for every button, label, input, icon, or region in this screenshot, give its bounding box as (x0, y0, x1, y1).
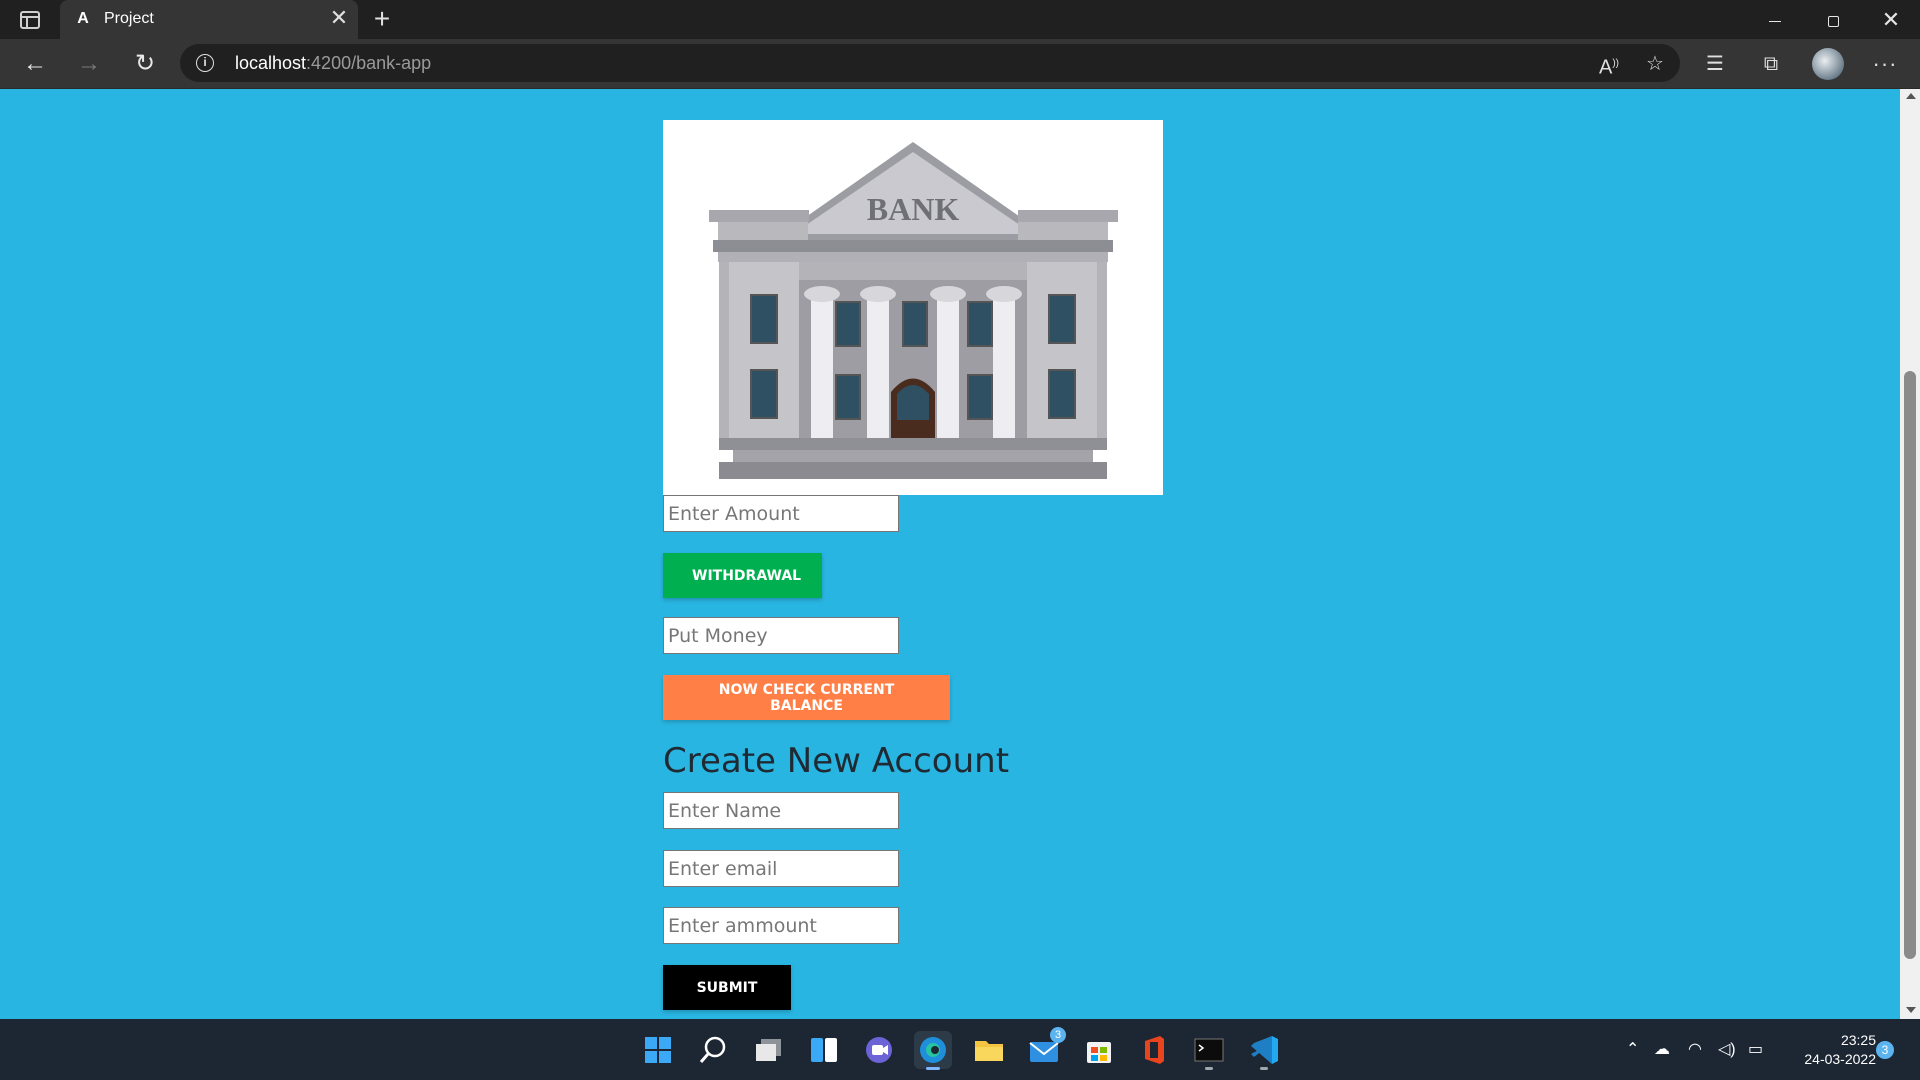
address-bar[interactable]: i localhost:4200/bank-app (180, 44, 1680, 82)
vscode-icon[interactable] (1245, 1031, 1283, 1070)
url-text[interactable]: localhost:4200/bank-app (235, 53, 431, 74)
task-view-icon[interactable] (750, 1031, 788, 1069)
reload-icon[interactable]: ↻ (128, 47, 162, 81)
wifi-icon[interactable]: ◠ (1688, 1039, 1702, 1059)
scroll-up-icon[interactable] (1906, 93, 1916, 99)
url-path: :4200/bank-app (306, 53, 432, 73)
mail-icon[interactable]: 3 (1025, 1027, 1066, 1069)
info-icon[interactable]: i (196, 54, 214, 72)
close-icon[interactable]: ✕ (328, 7, 350, 29)
name-input[interactable] (663, 792, 899, 829)
edge-icon[interactable] (914, 1031, 952, 1070)
clock-time: 23:25 (1840, 1032, 1876, 1048)
office-icon[interactable] (1135, 1031, 1173, 1069)
window-close-button[interactable]: ✕ (1868, 2, 1914, 38)
tab-bar: A Project ✕ + ✕ (0, 0, 1920, 39)
put-money-input[interactable] (663, 617, 899, 654)
browser-toolbar: ← → ↻ i localhost:4200/bank-app A)) ☆ ☰ … (0, 39, 1920, 89)
onedrive-icon[interactable]: ☁ (1654, 1039, 1670, 1059)
minimize-button[interactable] (1752, 2, 1798, 38)
store-icon[interactable] (1080, 1031, 1118, 1069)
amount-input[interactable] (663, 495, 899, 532)
notification-badge[interactable]: 3 (1876, 1041, 1894, 1059)
mail-badge: 3 (1050, 1027, 1066, 1043)
withdrawal-button[interactable]: WITHDRAWAL (663, 553, 822, 598)
running-indicator (1260, 1067, 1268, 1070)
check-balance-button[interactable]: NOW CHECK CURRENT BALANCE (663, 675, 950, 720)
volume-icon[interactable]: ◁) (1718, 1039, 1736, 1059)
new-tab-icon[interactable]: + (368, 4, 396, 34)
back-icon[interactable]: ← (18, 47, 52, 81)
running-indicator (1205, 1067, 1213, 1070)
submit-button[interactable]: SUBMIT (663, 965, 791, 1010)
bank-image: BANK (663, 120, 1163, 495)
file-explorer-icon[interactable] (970, 1031, 1008, 1069)
windows-start-icon[interactable] (639, 1031, 677, 1069)
clock-date: 24-03-2022 (1804, 1051, 1876, 1067)
page-content: BANK WITHDRAWAL NOW CHECK CURRENT BALANC… (0, 89, 1900, 1019)
search-icon[interactable] (694, 1031, 732, 1069)
scroll-thumb[interactable] (1904, 371, 1916, 959)
restore-button[interactable] (1810, 2, 1856, 38)
active-indicator (926, 1067, 940, 1070)
profile-avatar[interactable] (1812, 48, 1844, 80)
vertical-scrollbar[interactable] (1900, 89, 1920, 1019)
angular-icon: A (77, 10, 89, 27)
collections-icon[interactable]: ⧉ (1756, 49, 1786, 79)
email-input[interactable] (663, 850, 899, 887)
tab-title: Project (104, 10, 154, 27)
battery-icon[interactable]: ▭ (1748, 1039, 1763, 1059)
add-favorite-icon[interactable]: ☆ (1640, 49, 1670, 79)
chevron-up-icon[interactable]: ⌃ (1626, 1039, 1639, 1059)
tab-project[interactable]: A Project ✕ (60, 0, 358, 39)
ammount-input[interactable] (663, 907, 899, 944)
teams-chat-icon[interactable] (860, 1031, 898, 1069)
widgets-icon[interactable] (805, 1031, 843, 1069)
scroll-down-icon[interactable] (1906, 1007, 1916, 1013)
terminal-icon[interactable] (1190, 1031, 1228, 1070)
read-aloud-icon[interactable]: A)) (1594, 49, 1624, 79)
url-host: localhost (235, 53, 307, 73)
forward-icon[interactable]: → (72, 47, 106, 81)
taskbar: 3 ⌃ ☁ ◠ ◁) ▭ 23:25 24-03-2022 3 (0, 1019, 1920, 1080)
favorites-icon[interactable]: ☰ (1700, 49, 1730, 79)
tab-actions-icon[interactable] (20, 11, 40, 29)
more-icon[interactable]: ··· (1870, 49, 1900, 79)
create-account-heading: Create New Account (663, 741, 1010, 781)
clock[interactable]: 23:25 24-03-2022 (1786, 1031, 1876, 1069)
bank-sign: BANK (867, 191, 960, 227)
